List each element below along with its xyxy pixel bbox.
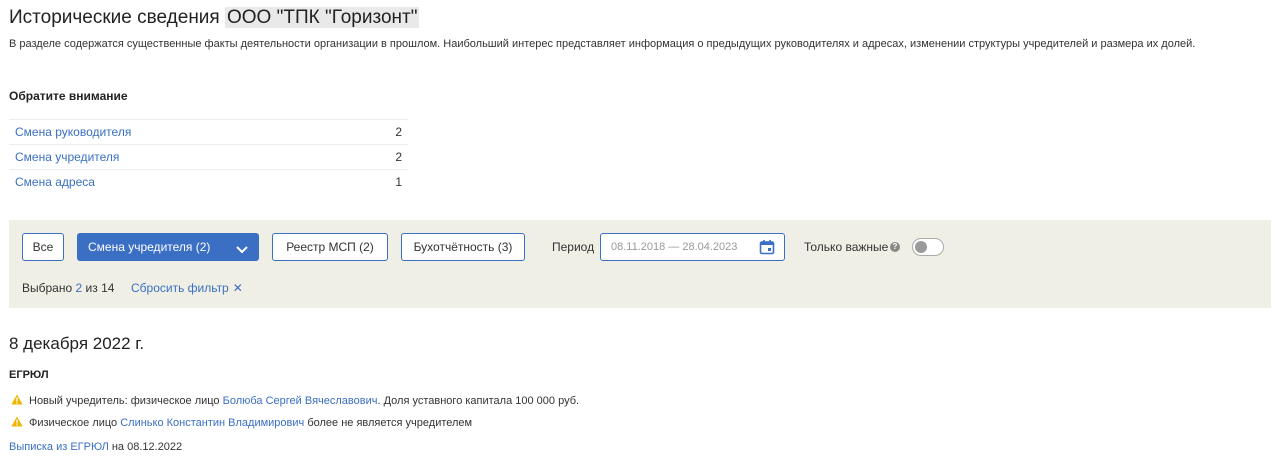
egrul-extract: Выписка из ЕГРЮЛ на 08.12.2022 — [9, 441, 182, 453]
founder-change-count: 2 — [395, 150, 402, 164]
selected-prefix: Выбрано — [22, 281, 73, 295]
person-link[interactable]: Слинько Константин Владимирович — [120, 417, 304, 429]
selected-counter: Выбрано 2 из 14 — [22, 281, 114, 295]
period-value: 08.11.2018 — 28.04.2023 — [611, 241, 738, 253]
address-change-count: 1 — [395, 175, 402, 189]
toggle-knob — [915, 241, 927, 253]
filter-all-button[interactable]: Все — [22, 233, 64, 261]
person-link[interactable]: Болюба Сергей Вячеславович — [223, 395, 378, 407]
close-icon: ✕ — [232, 281, 243, 295]
event-date-heading: 8 декабря 2022 г. — [9, 334, 145, 353]
page-title: Исторические сведения ООО "ТПК "Горизонт… — [9, 7, 420, 29]
only-important-label: Только важные — [804, 240, 889, 254]
event-item: Новый учредитель: физическое лицо Болюба… — [11, 394, 579, 408]
attention-summary-list: Смена руководителя 2 Смена учредителя 2 … — [9, 119, 408, 194]
summary-row-address-change: Смена адреса 1 — [9, 169, 408, 194]
summary-row-director-change: Смена руководителя 2 — [9, 119, 408, 144]
section-description: В разделе содержатся существенные факты … — [9, 38, 1196, 50]
reset-filter-label: Сбросить фильтр — [131, 281, 229, 295]
filter-msp-registry-button[interactable]: Реестр МСП (2) — [272, 233, 388, 261]
calendar-icon[interactable] — [759, 239, 775, 260]
event-suffix: более не является учредителем — [307, 417, 473, 429]
event-suffix: . Доля уставного капитала 100 000 руб. — [377, 395, 580, 407]
founder-change-link[interactable]: Смена учредителя — [15, 150, 119, 164]
event-prefix: Новый учредитель: физическое лицо — [29, 395, 220, 407]
warning-icon — [11, 394, 23, 408]
organization-name: ООО "ТПК "Горизонт" — [225, 7, 420, 28]
only-important-toggle[interactable] — [912, 238, 944, 256]
event-item: Физическое лицо Слинько Константин Влади… — [11, 416, 472, 430]
chevron-down-icon — [236, 243, 248, 257]
selected-suffix: из 14 — [85, 281, 115, 295]
director-change-link[interactable]: Смена руководителя — [15, 125, 131, 139]
event-source-label: ЕГРЮЛ — [9, 369, 49, 381]
period-label: Период — [552, 240, 595, 254]
attention-heading: Обратите внимание — [9, 89, 128, 103]
help-icon[interactable]: ? — [890, 242, 900, 252]
selected-count-link[interactable]: 2 — [76, 281, 83, 295]
egrul-extract-link[interactable]: Выписка из ЕГРЮЛ — [9, 441, 109, 453]
filter-founder-change-label: Смена учредителя (2) — [88, 240, 211, 254]
warning-icon — [11, 416, 23, 430]
summary-row-founder-change: Смена учредителя 2 — [9, 144, 408, 169]
filter-founder-change-dropdown[interactable]: Смена учредителя (2) — [77, 233, 259, 261]
filter-accounting-button[interactable]: Бухотчётность (3) — [401, 233, 525, 261]
address-change-link[interactable]: Смена адреса — [15, 175, 95, 189]
filter-panel: Все Смена учредителя (2) Реестр МСП (2) … — [9, 220, 1271, 308]
director-change-count: 2 — [395, 125, 402, 139]
reset-filter-button[interactable]: Сбросить фильтр ✕ — [131, 281, 243, 295]
page-title-text: Исторические сведения — [9, 7, 220, 28]
event-prefix: Физическое лицо — [29, 417, 118, 429]
period-input[interactable]: 08.11.2018 — 28.04.2023 — [600, 233, 785, 261]
egrul-extract-date: на 08.12.2022 — [111, 441, 183, 453]
